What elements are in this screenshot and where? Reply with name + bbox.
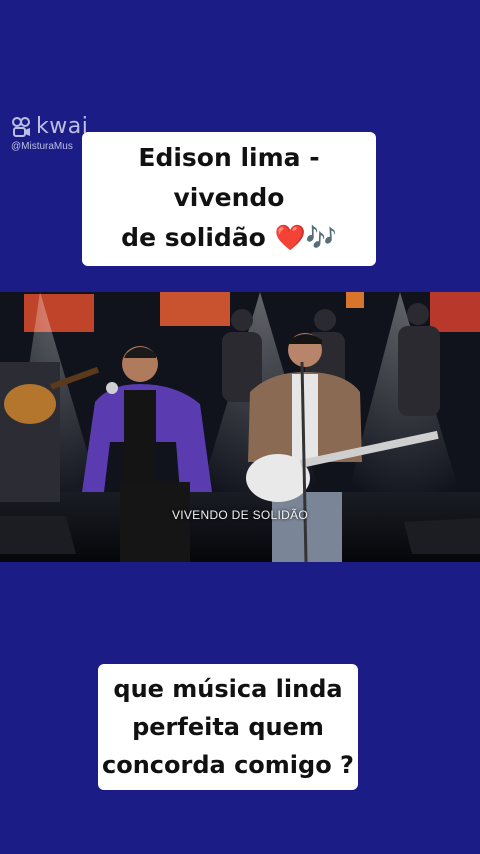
comment-caption-line3: concorda comigo ? [102,751,354,779]
title-caption: Edison lima - vivendo de solidão ❤️🎶 [82,132,376,266]
video-subtitle: VIVENDO DE SOLIDÃO [171,508,309,522]
kwai-watermark: kwai @MisturaMus [11,114,91,152]
watermark-handle: @MisturaMus [11,141,73,152]
watermark-brand: kwai [36,114,89,139]
comment-caption: que música linda perfeita quem concorda … [98,664,358,790]
title-caption-line1: Edison lima - vivendo [138,143,320,212]
comment-caption-line1: que música linda [113,675,343,703]
video-frame[interactable]: VIVENDO DE SOLIDÃO [0,292,480,562]
title-caption-line2: de solidão ❤️🎶 [121,223,337,252]
kwai-logo-icon [12,116,30,137]
comment-caption-line2: perfeita quem [132,713,324,741]
